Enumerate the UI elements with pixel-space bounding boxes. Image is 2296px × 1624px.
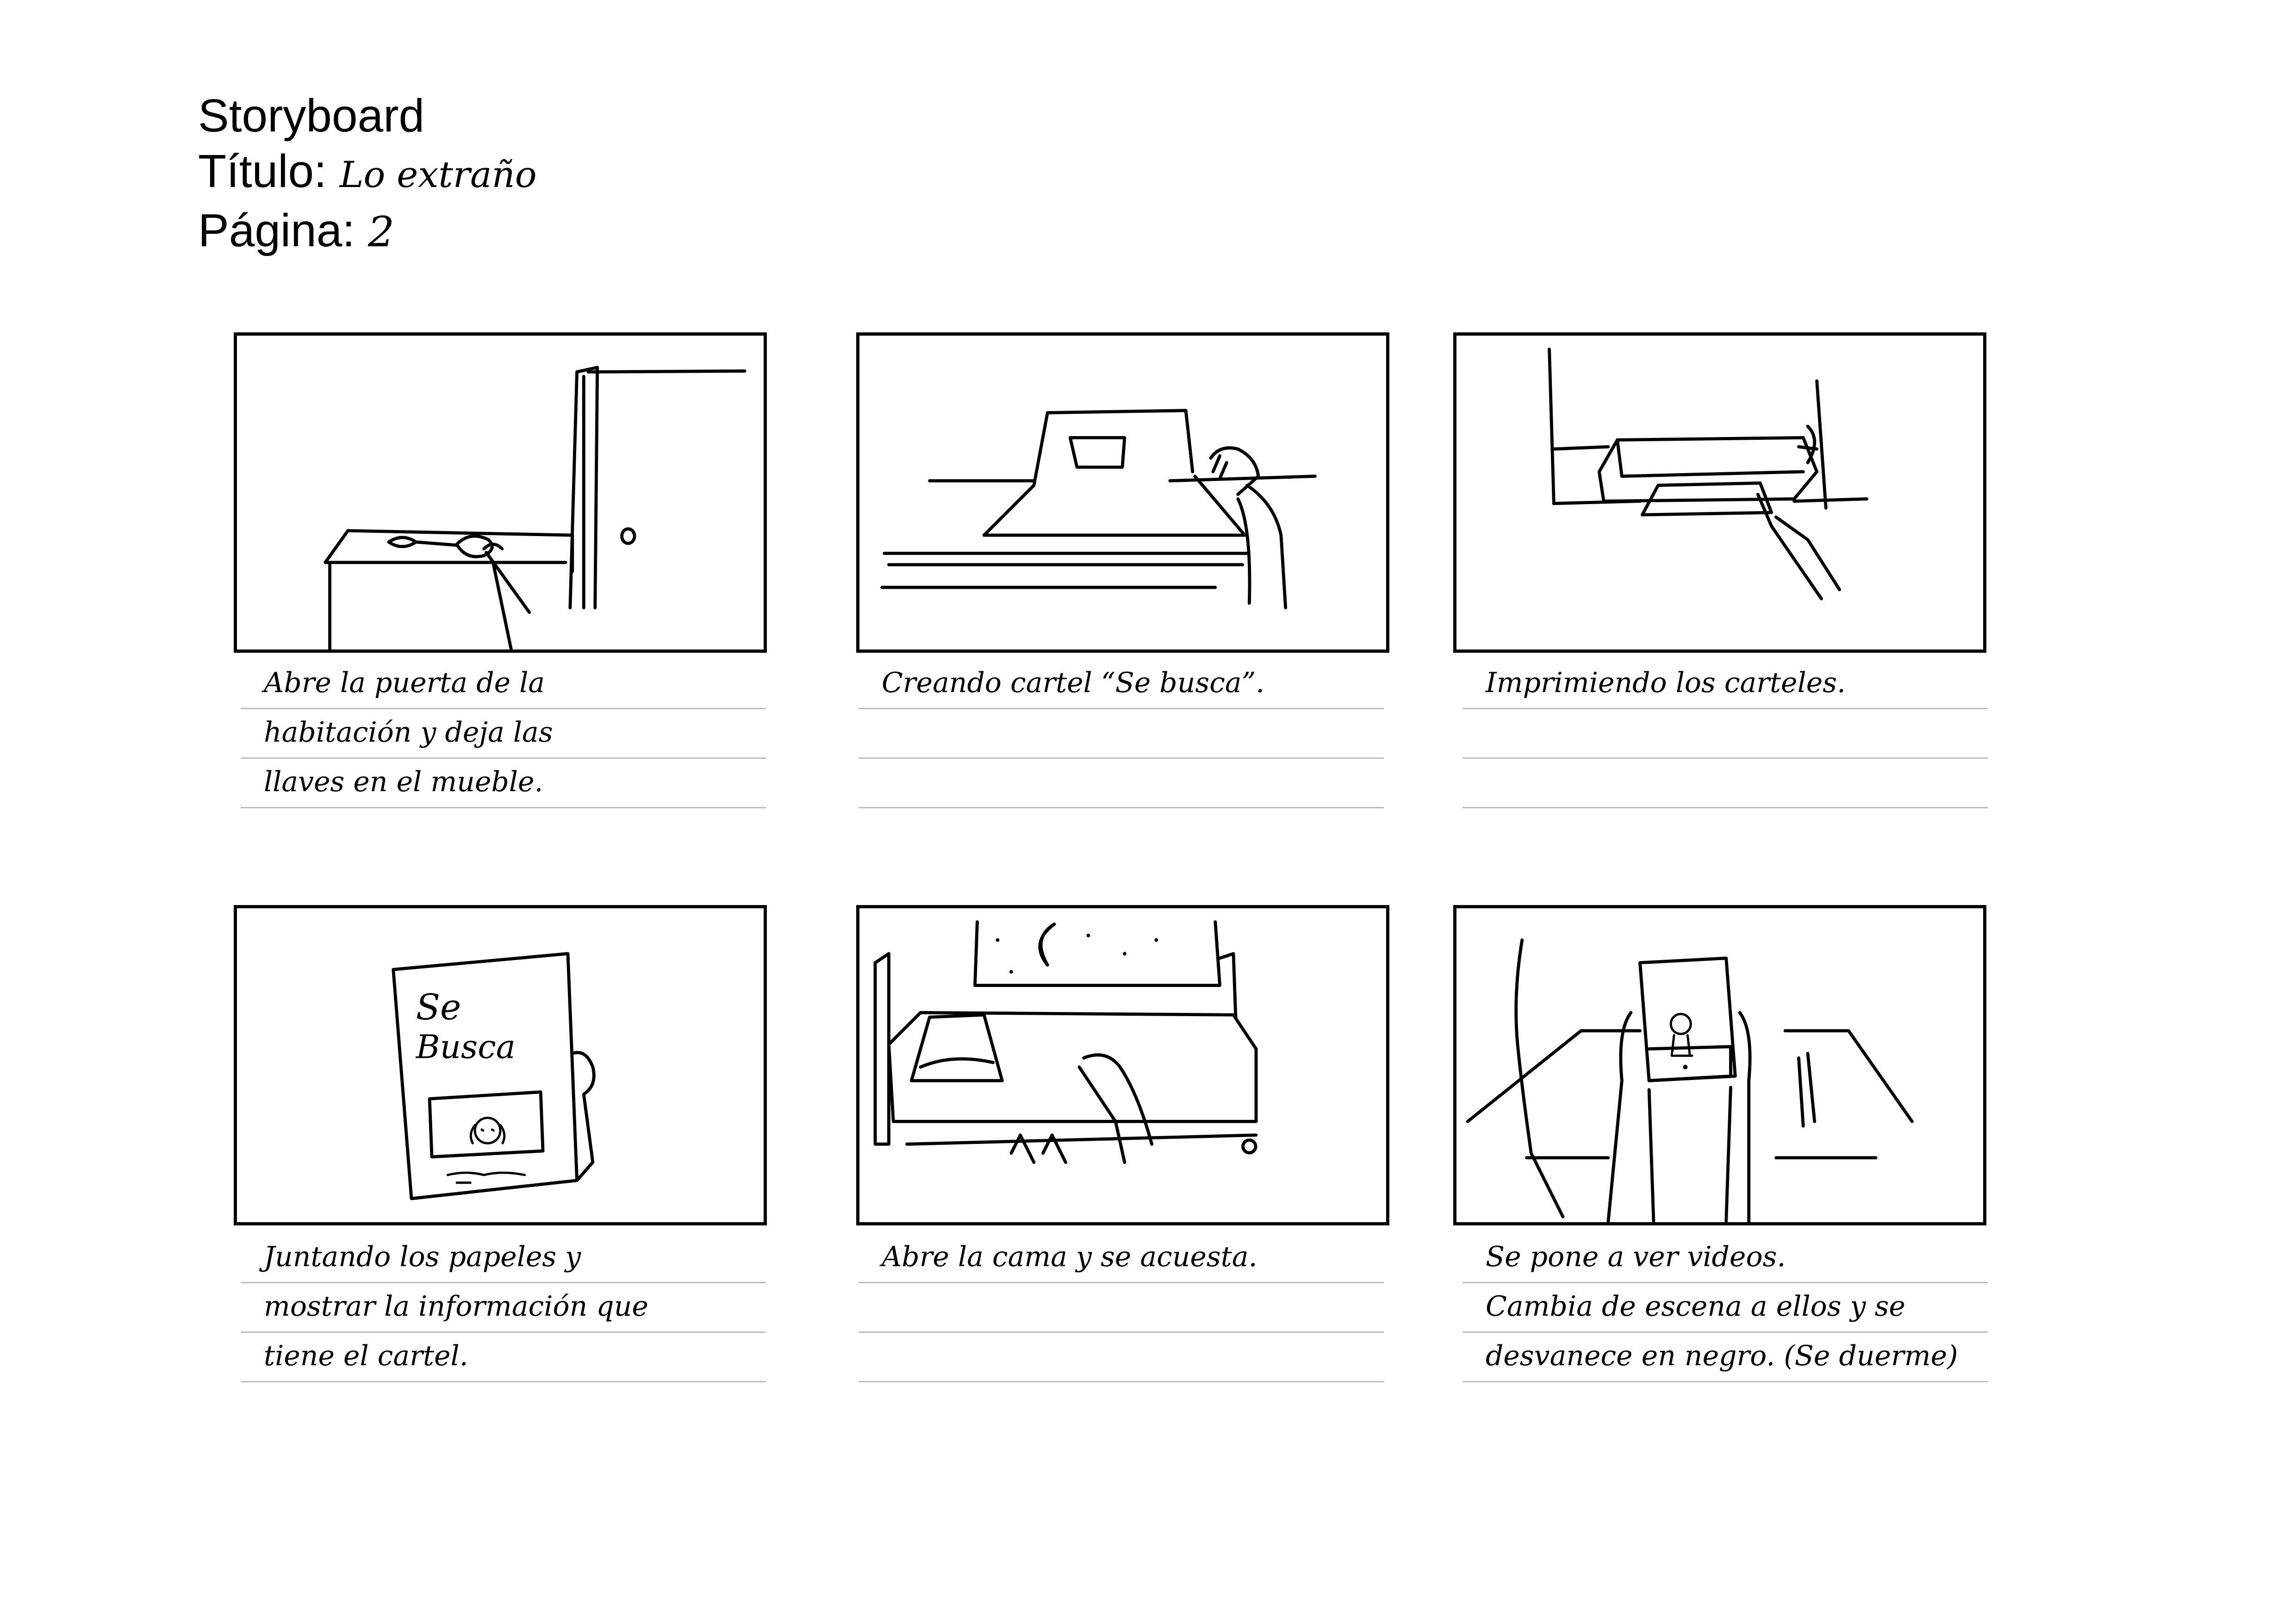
panel-3-sketch — [1548, 347, 1868, 600]
storyboard-title: Storyboard — [198, 90, 425, 142]
panel-6-sketch — [1466, 938, 1914, 1222]
panel-4-sketch: Se Busca — [392, 952, 596, 1200]
caption-line: mostrar la información que — [241, 1283, 766, 1333]
caption-line: habitación y deja las — [241, 709, 766, 759]
caption-line: Cambia de escena a ellos y se — [1462, 1283, 1988, 1333]
panel-2-caption: Creando cartel “Se busca”. — [859, 660, 1384, 808]
caption-line: Creando cartel “Se busca”. — [859, 660, 1384, 709]
caption-line — [1462, 709, 1988, 759]
panel-6-caption: Se pone a ver videos. Cambia de escena a… — [1462, 1234, 1988, 1382]
caption-line — [859, 1283, 1384, 1333]
panel-4-caption: Juntando los papeles y mostrar la inform… — [241, 1234, 766, 1382]
panel-1-sketch — [324, 366, 747, 650]
caption-line — [859, 759, 1384, 808]
page-value: 2 — [367, 208, 395, 256]
panel-2-frame — [856, 332, 1389, 653]
panel-3-frame — [1453, 332, 1986, 653]
panel-6-frame — [1453, 905, 1986, 1225]
caption-line: Juntando los papeles y — [241, 1234, 766, 1283]
caption-line: Abre la puerta de la — [241, 660, 766, 709]
panel-1-frame — [234, 332, 767, 653]
panel-4-frame: Se Busca — [234, 905, 767, 1225]
caption-line — [859, 1333, 1384, 1382]
storyboard-heading: Storyboard — [198, 88, 537, 144]
title-row: Título: Lo extraño — [198, 144, 537, 203]
poster-se-text: Se — [416, 987, 461, 1028]
title-value: Lo extraño — [339, 154, 537, 196]
caption-line: Imprimiendo los carteles. — [1462, 660, 1988, 709]
poster-busca-text: Busca — [415, 1028, 516, 1066]
caption-line: desvanece en negro. (Se duerme) — [1462, 1333, 1988, 1382]
panel-1-caption: Abre la puerta de la habitación y deja l… — [241, 660, 766, 808]
caption-line — [1462, 759, 1988, 808]
caption-line: Abre la cama y se acuesta. — [859, 1234, 1384, 1283]
panel-5-frame — [856, 905, 1389, 1225]
panel-5-caption: Abre la cama y se acuesta. — [859, 1234, 1384, 1382]
page-label: Página: — [198, 205, 355, 256]
panel-5-sketch — [873, 920, 1258, 1164]
panel-3-caption: Imprimiendo los carteles. — [1462, 660, 1988, 808]
caption-line: llaves en el mueble. — [241, 759, 766, 808]
caption-line: tiene el cartel. — [241, 1333, 766, 1382]
panel-2-sketch — [880, 409, 1317, 610]
page-header: Storyboard Título: Lo extraño Página: 2 — [198, 88, 537, 260]
caption-line — [859, 709, 1384, 759]
page-row: Página: 2 — [198, 203, 537, 260]
caption-line: Se pone a ver videos. — [1462, 1234, 1988, 1283]
title-label: Título: — [198, 145, 327, 197]
